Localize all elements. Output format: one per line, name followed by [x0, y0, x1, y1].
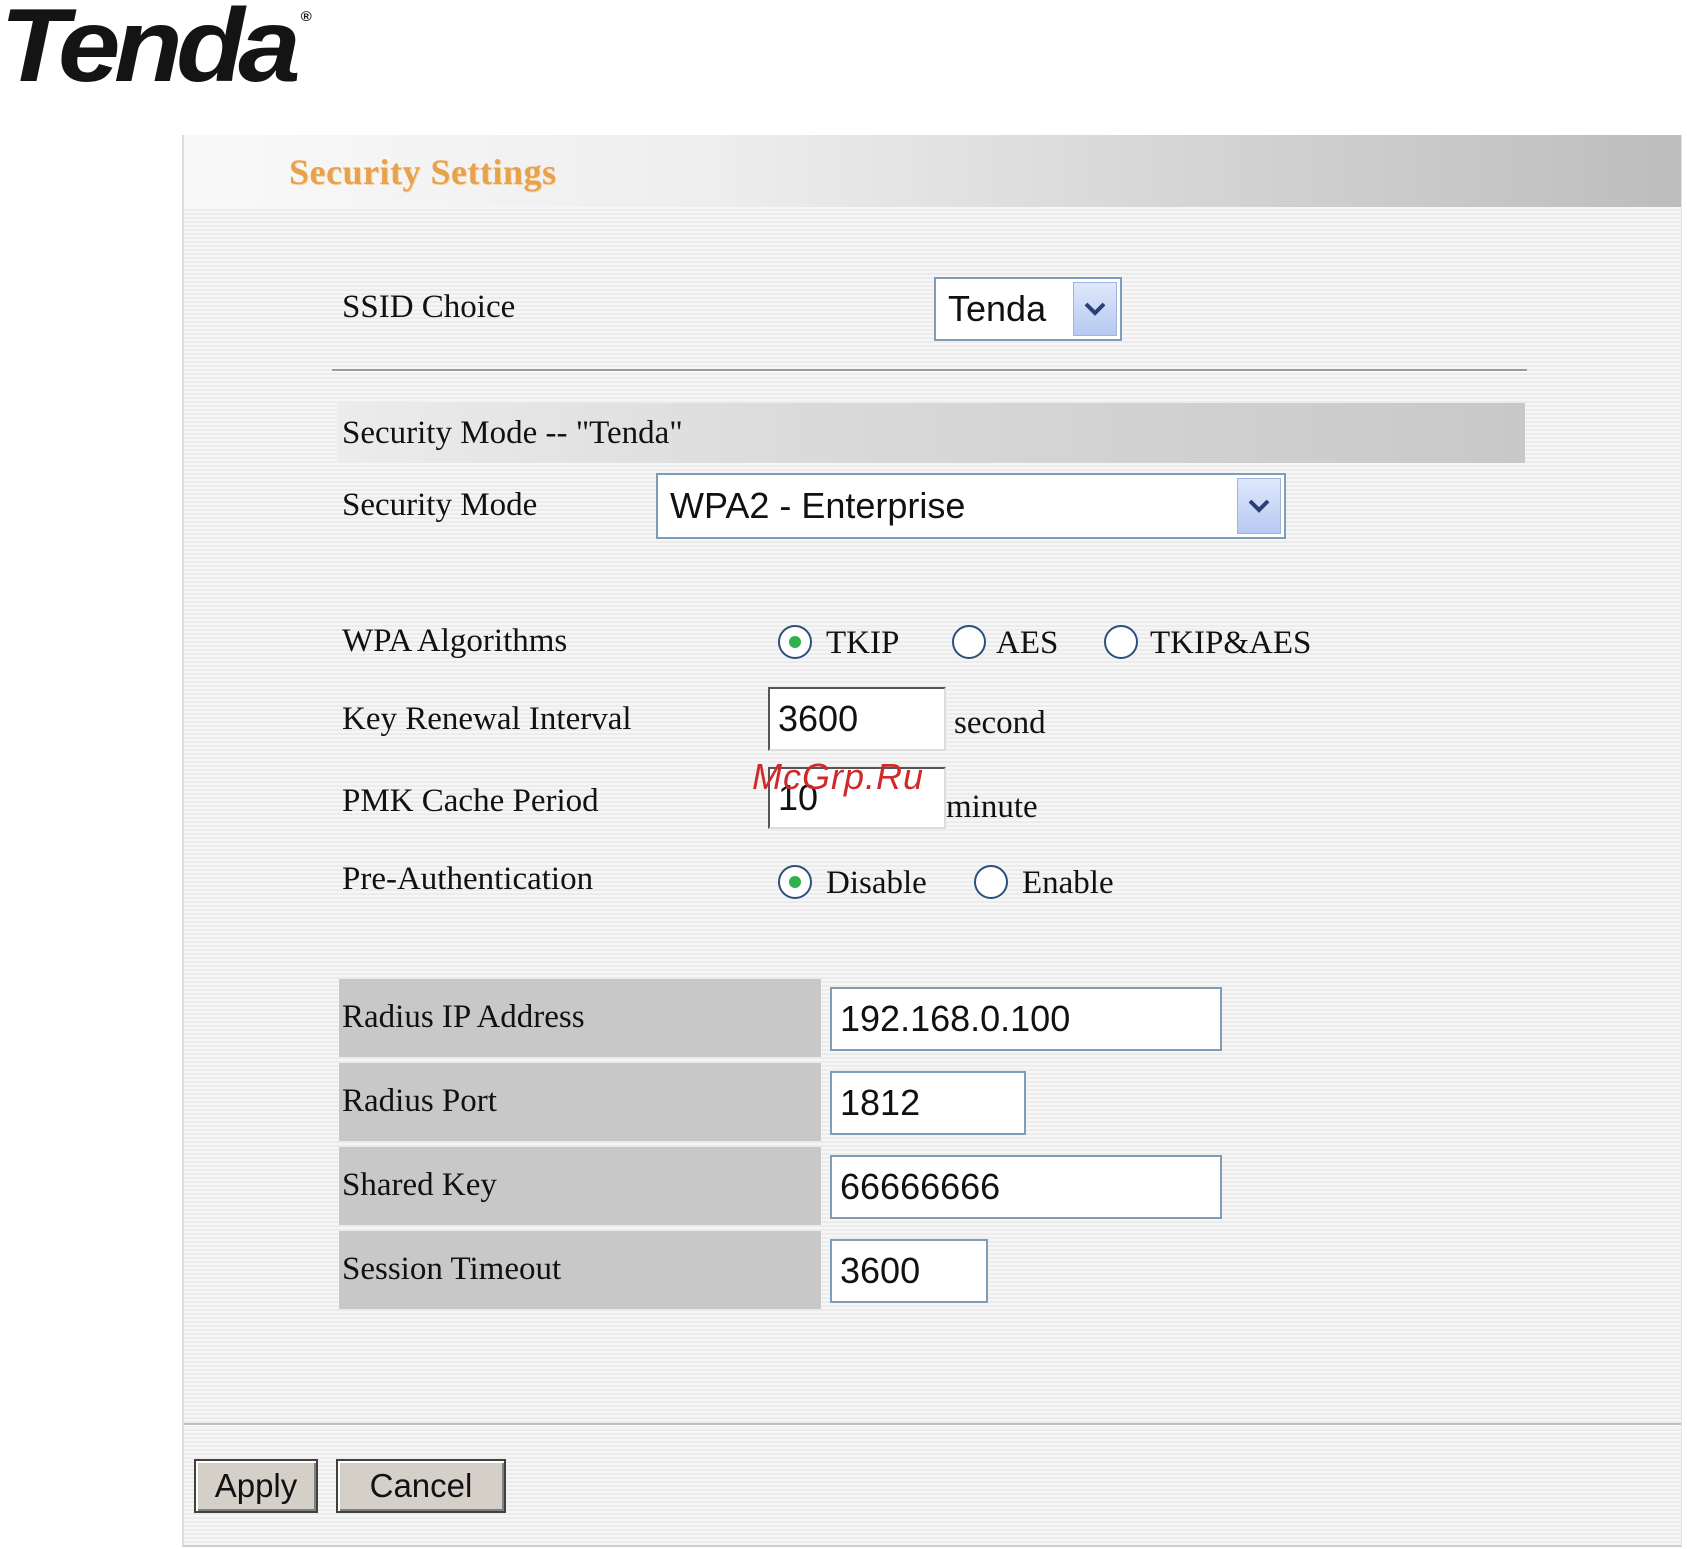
- panel-header: Security Settings: [184, 135, 1681, 207]
- radio-tkip[interactable]: [778, 625, 812, 659]
- chevron-down-icon[interactable]: [1073, 282, 1117, 336]
- radius-ip-label: Radius IP Address: [342, 999, 585, 1035]
- radius-ip-input[interactable]: [830, 987, 1222, 1051]
- radius-port-label: Radius Port: [342, 1083, 497, 1119]
- tenda-logo: Tenda ®: [0, 0, 312, 104]
- session-timeout-label: Session Timeout: [342, 1251, 562, 1287]
- apply-button[interactable]: Apply: [194, 1459, 318, 1513]
- pmk-cache-unit: minute: [946, 789, 1038, 825]
- radio-tkip-aes[interactable]: [1104, 625, 1138, 659]
- watermark: McGrp.Ru: [752, 756, 925, 797]
- radio-tkip-label: TKIP: [826, 625, 900, 661]
- cancel-button[interactable]: Cancel: [336, 1459, 506, 1513]
- section-divider: [332, 369, 1527, 372]
- security-mode-select[interactable]: WPA2 - Enterprise: [656, 473, 1286, 539]
- radius-port-input[interactable]: [830, 1071, 1026, 1135]
- pmk-cache-label: PMK Cache Period: [342, 783, 599, 819]
- registered-mark: ®: [300, 8, 312, 24]
- radio-preauth-enable[interactable]: [974, 865, 1008, 899]
- session-timeout-input[interactable]: [830, 1239, 988, 1303]
- security-mode-label: Security Mode: [342, 487, 538, 523]
- key-renewal-input[interactable]: [768, 687, 946, 751]
- radio-aes-label: AES: [996, 625, 1059, 661]
- ssid-choice-label: SSID Choice: [342, 289, 516, 325]
- radio-aes[interactable]: [952, 625, 986, 659]
- chevron-down-icon[interactable]: [1237, 478, 1281, 534]
- radio-preauth-enable-label: Enable: [1022, 865, 1114, 901]
- shared-key-label: Shared Key: [342, 1167, 497, 1203]
- ssid-choice-select[interactable]: Tenda: [934, 277, 1122, 341]
- wpa-algorithms-label: WPA Algorithms: [342, 623, 568, 659]
- radio-tkip-aes-label: TKIP&AES: [1150, 625, 1312, 661]
- security-settings-panel: Security Settings SSID Choice Tenda Secu…: [182, 135, 1682, 1547]
- ssid-choice-value: Tenda: [948, 288, 1047, 329]
- footer-divider: [184, 1423, 1681, 1426]
- radio-preauth-disable[interactable]: [778, 865, 812, 899]
- security-mode-section-title: Security Mode -- "Tenda": [342, 415, 683, 451]
- key-renewal-unit: second: [954, 705, 1046, 741]
- key-renewal-label: Key Renewal Interval: [342, 701, 632, 737]
- security-mode-value: WPA2 - Enterprise: [670, 485, 966, 526]
- page-title: Security Settings: [289, 152, 557, 192]
- pre-authentication-label: Pre-Authentication: [342, 861, 594, 897]
- radio-preauth-disable-label: Disable: [826, 865, 927, 901]
- shared-key-input[interactable]: [830, 1155, 1222, 1219]
